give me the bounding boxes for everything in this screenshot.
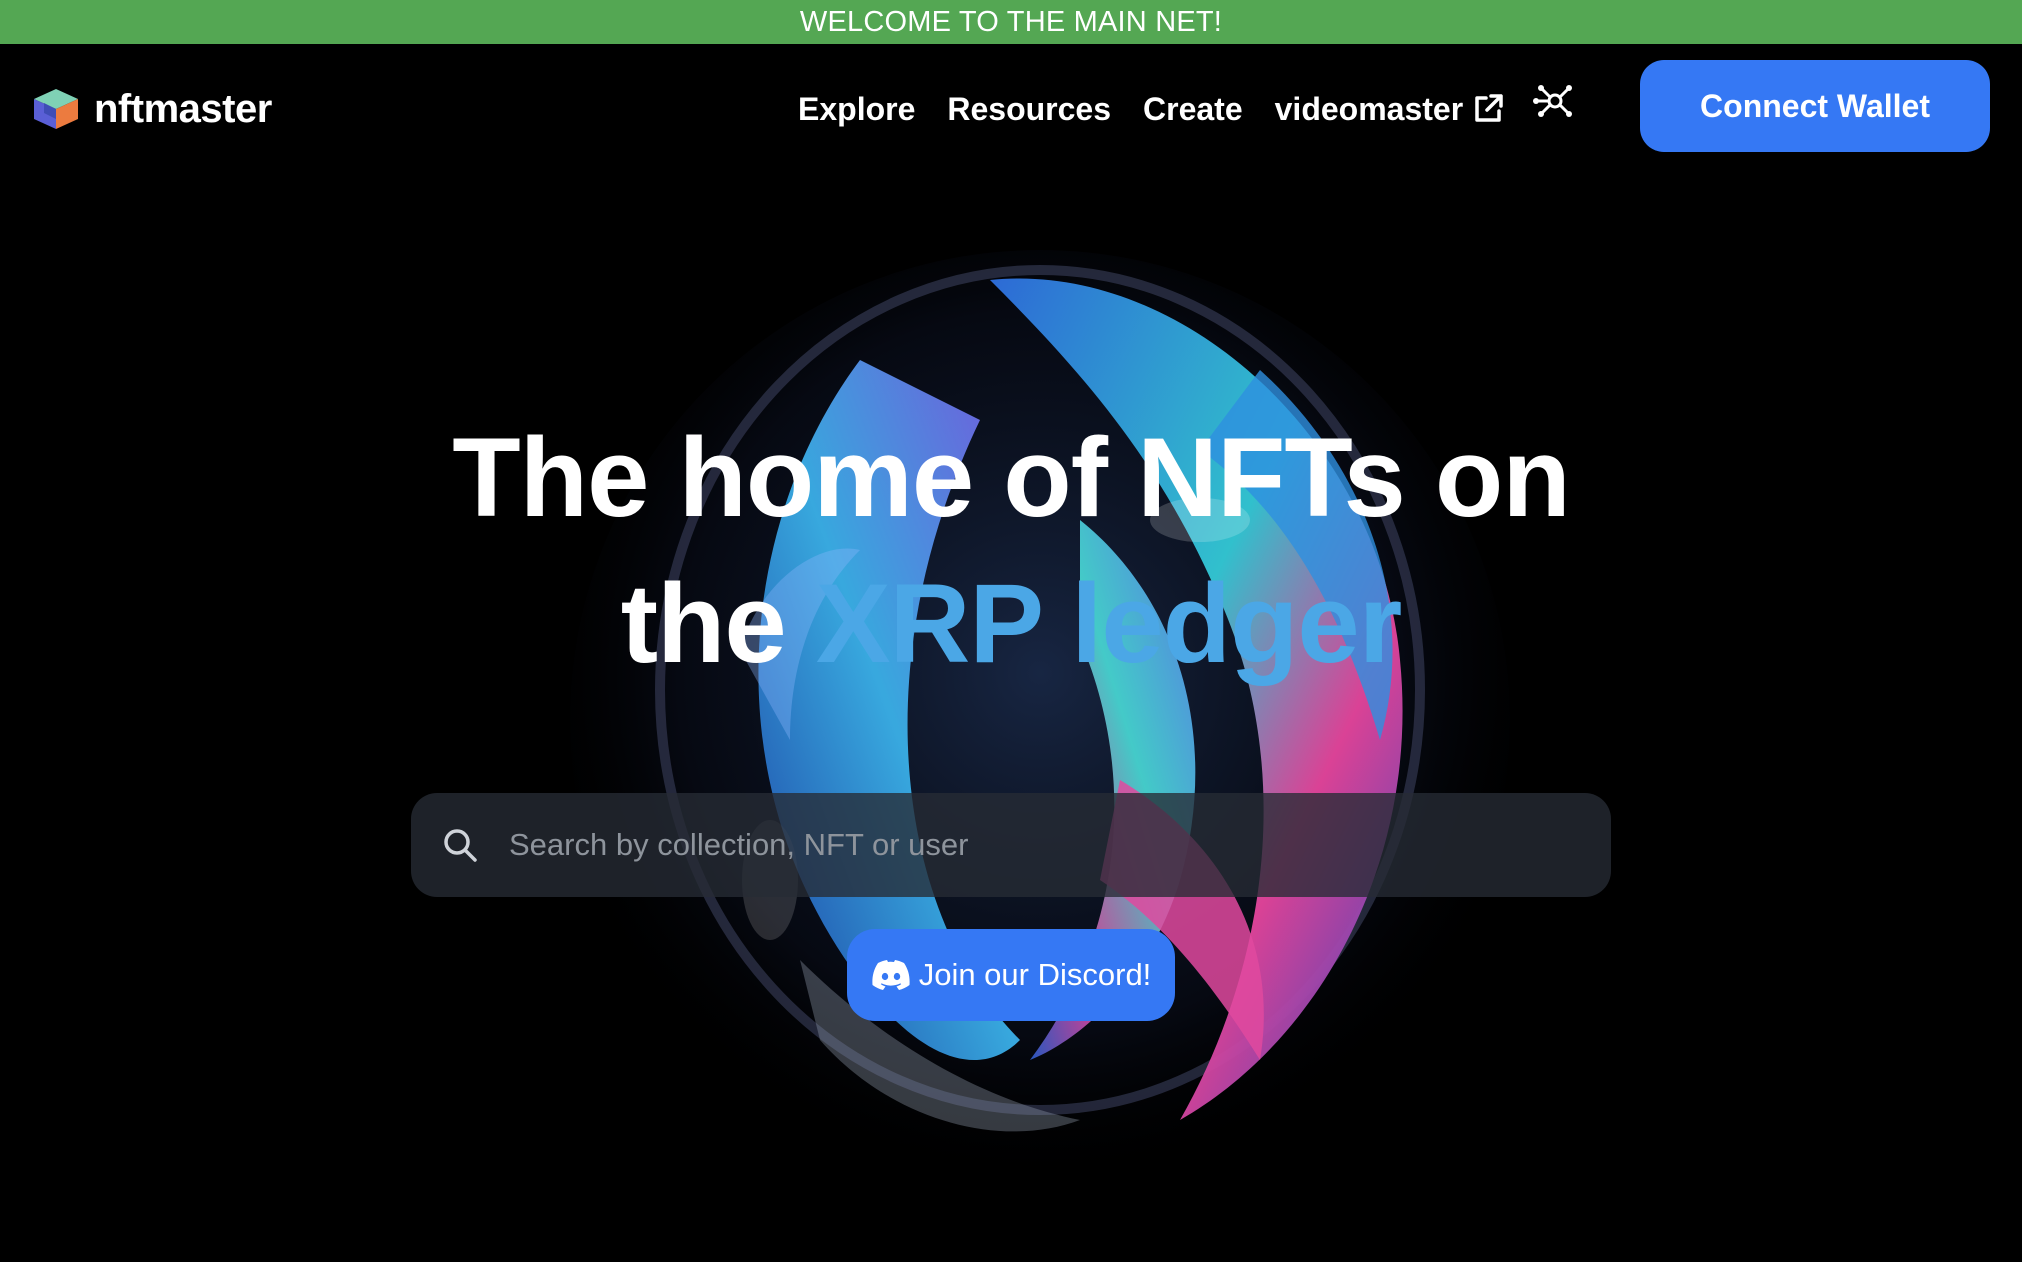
brand-logo[interactable]: nftmaster [30, 84, 272, 134]
nav-link-label: Explore [798, 90, 916, 127]
banner-text: WELCOME TO THE MAIN NET! [799, 5, 1223, 38]
hero-headline: The home of NFTs on the XRP ledger [0, 405, 2022, 697]
hero-orb-image [570, 250, 1510, 1190]
hero-accent-text: XRP ledger [815, 561, 1402, 686]
hero-line-2-plain: the [620, 561, 787, 686]
cube-logo-icon [34, 89, 78, 129]
nav-link-create[interactable]: Create [1143, 91, 1243, 128]
hero-line-1: The home of NFTs on [452, 415, 1571, 540]
join-discord-button[interactable]: Join our Discord! [847, 929, 1175, 1021]
welcome-banner: WELCOME TO THE MAIN NET! [0, 0, 2022, 44]
brand-name: nftmaster [94, 86, 272, 131]
nav-link-explore[interactable]: Explore [798, 91, 915, 128]
hero-line-2: the XRP ledger [0, 551, 2022, 697]
navbar: nftmaster Explore Resources Create video… [0, 44, 2022, 170]
nav-link-label: Resources [947, 90, 1112, 127]
nav-link-videomaster[interactable]: videomaster [1275, 91, 1506, 128]
nav-link-label: Create [1143, 90, 1243, 127]
network-hub-icon[interactable] [1533, 79, 1577, 123]
search-input[interactable] [507, 826, 1561, 864]
external-link-icon [1475, 94, 1503, 122]
nav-links: Explore Resources Create videomaster [798, 84, 1537, 134]
search-icon [444, 829, 477, 862]
nav-link-label: videomaster [1274, 90, 1464, 127]
discord-button-label: Join our Discord! [918, 957, 1152, 992]
discord-icon [872, 960, 910, 990]
page: WELCOME TO THE MAIN NET! nftmaster Explo… [0, 0, 2022, 1262]
connect-wallet-button[interactable]: Connect Wallet [1640, 60, 1990, 152]
nav-link-resources[interactable]: Resources [947, 91, 1111, 128]
search-bar[interactable] [411, 793, 1611, 897]
